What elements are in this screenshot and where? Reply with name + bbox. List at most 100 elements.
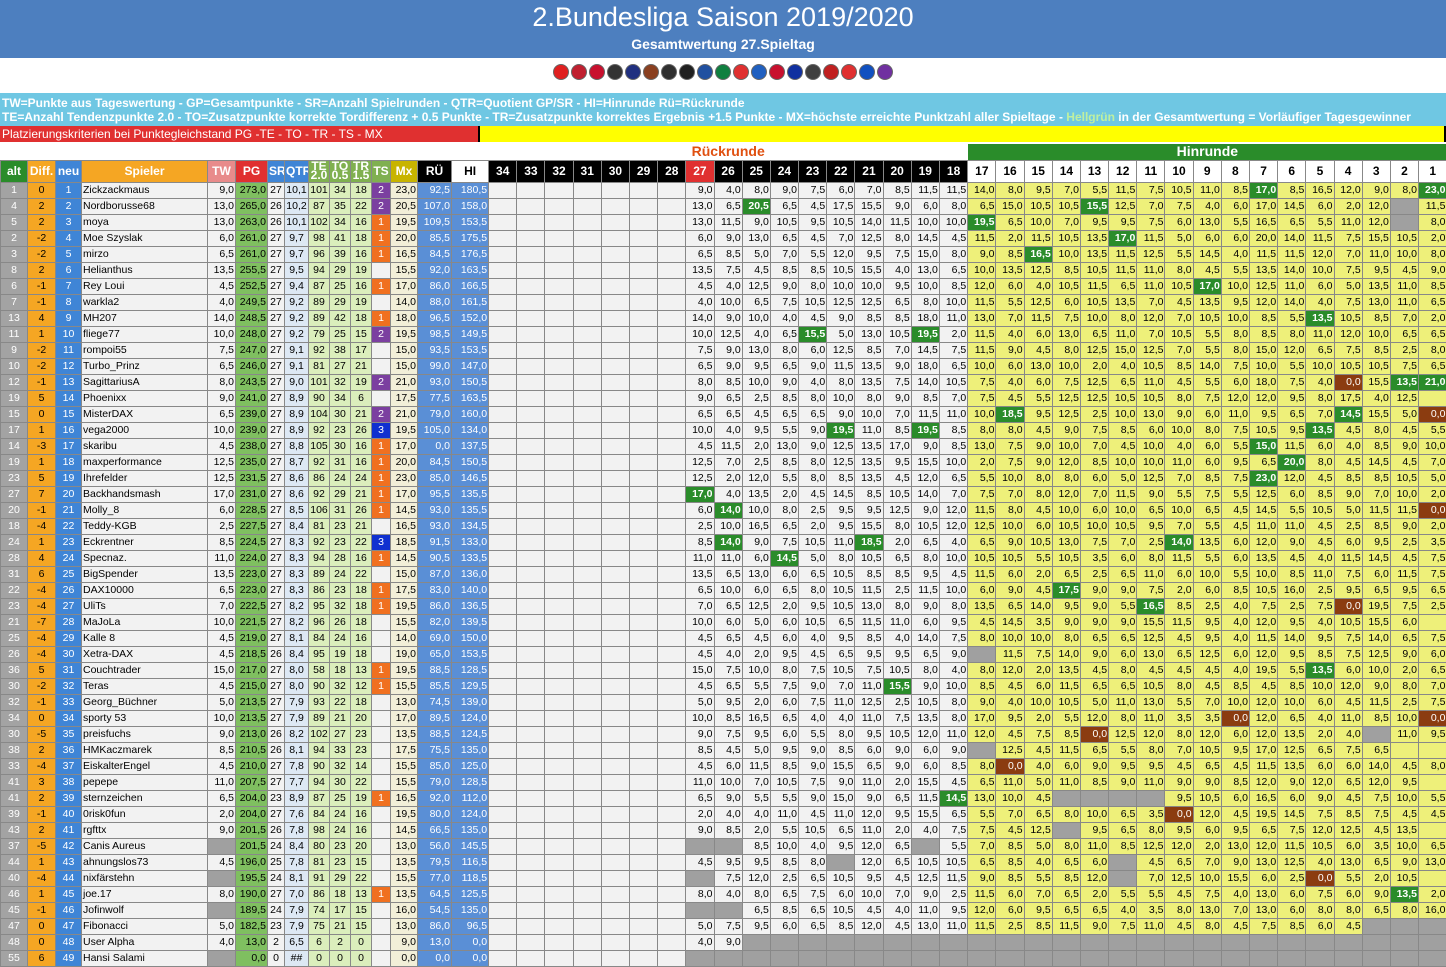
round-cell: 12,5 (1137, 838, 1165, 854)
quotient: 8,6 (285, 486, 309, 502)
round-cell: 11,5 (1080, 278, 1108, 294)
round-cell: 5,5 (1165, 246, 1193, 262)
quotient: 9,1 (285, 358, 309, 374)
round-cell: 12,0 (1249, 726, 1277, 742)
round-cell: 10,0 (1306, 678, 1334, 694)
max: 14,5 (391, 822, 418, 838)
rueckrunde-total: 84,5 (418, 246, 452, 262)
round-cell: 5,5 (770, 790, 798, 806)
round-cell (545, 886, 573, 902)
round-cell (489, 278, 517, 294)
player-name: MaJoLa (82, 614, 208, 630)
to: 31 (330, 502, 351, 518)
hinrunde-total: 153,5 (452, 646, 489, 662)
quotient: 7,8 (285, 854, 309, 870)
round-cell: 9,0 (1165, 774, 1193, 790)
te: 94 (309, 742, 330, 758)
round-cell: 8,0 (1221, 326, 1249, 342)
round-cell: 12,0 (1278, 342, 1306, 358)
rueckrunde-total: 107,0 (418, 198, 452, 214)
round-cell: 7,5 (1334, 262, 1362, 278)
hinrunde-total: 116,5 (452, 854, 489, 870)
round-cell: 16,5 (742, 710, 770, 726)
rueckrunde-total: 79,5 (418, 854, 452, 870)
round-cell: 9,5 (1080, 214, 1108, 230)
round-cell (517, 502, 545, 518)
round-cell: 2,0 (1024, 710, 1052, 726)
round-cell: 15,5 (855, 198, 883, 214)
round-cell: 10,0 (1024, 630, 1052, 646)
round-cell: 0,0 (1306, 870, 1334, 886)
round-cell: 9,5 (1419, 726, 1446, 742)
round-cell: 9,0 (742, 534, 770, 550)
round-cell: 4,0 (742, 326, 770, 342)
max: 19,5 (391, 214, 418, 230)
rueckrunde-total: 96,5 (418, 310, 452, 326)
rounds: 27 (268, 182, 285, 198)
round-cell (1306, 934, 1334, 950)
round-cell: 7,5 (1193, 886, 1221, 902)
round-cell: 7,5 (996, 438, 1024, 454)
round-cell: 9,0 (968, 694, 996, 710)
round-cell (489, 822, 517, 838)
te: 94 (309, 550, 330, 566)
round-cell (517, 694, 545, 710)
table-row: 12-113SagittariusA8,0243,5279,0101321922… (1, 374, 1446, 390)
round-cell: 13,0 (1193, 902, 1221, 918)
round-cell: 13,0 (742, 230, 770, 246)
round-cell (545, 918, 573, 934)
round-cell: 10,5 (1052, 694, 1080, 710)
te: 101 (309, 182, 330, 198)
round-cell (629, 374, 657, 390)
round-cell: 6,5 (1419, 662, 1446, 678)
ts (372, 342, 391, 358)
round-cell (573, 886, 601, 902)
round-cell: 8,5 (1278, 918, 1306, 934)
round-cell (629, 310, 657, 326)
tr: 13 (351, 662, 372, 678)
total-points: 228,5 (236, 502, 268, 518)
max: 21,0 (391, 406, 418, 422)
table-row: 19118maxperformance12,5235,0278,79231161… (1, 454, 1446, 470)
round-cell (545, 598, 573, 614)
round-cell: 7,5 (1278, 374, 1306, 390)
round-cell (996, 934, 1024, 950)
te: 84 (309, 806, 330, 822)
round-cell: 5,0 (742, 742, 770, 758)
round-cell: 8,0 (996, 422, 1024, 438)
rueckrunde-total: 88,0 (418, 294, 452, 310)
round-cell: 7,5 (1137, 182, 1165, 198)
round-cell: 7,5 (1024, 726, 1052, 742)
round-cell: 8,5 (939, 758, 967, 774)
hinrunde-total: 135,0 (452, 822, 489, 838)
round-cell: 13,0 (1137, 694, 1165, 710)
tr: 21 (351, 518, 372, 534)
ts (372, 390, 391, 406)
round-cell: 6,5 (742, 902, 770, 918)
round-cell: 5,5 (1024, 390, 1052, 406)
round-cell: 11,0 (1390, 278, 1418, 294)
player-name: MH207 (82, 310, 208, 326)
old-rank: 14 (1, 438, 28, 454)
new-rank: 19 (56, 470, 82, 486)
round-cell: 17,0 (1249, 182, 1277, 198)
old-rank: 34 (1, 710, 28, 726)
round-cell (629, 582, 657, 598)
table-row: 20-121Molly_86,0228,5278,51063126114,593… (1, 502, 1446, 518)
round-cell (573, 262, 601, 278)
round-cell: 12,5 (1165, 870, 1193, 886)
hinrunde-total: 150,0 (452, 630, 489, 646)
new-rank: 16 (56, 422, 82, 438)
round-cell: 14,0 (1052, 646, 1080, 662)
round-cell: 2,5 (1137, 534, 1165, 550)
max: 16,5 (391, 518, 418, 534)
round-cell: 13,0 (911, 918, 939, 934)
round-cell: 9,5 (1278, 390, 1306, 406)
round-cell (601, 550, 629, 566)
to: 30 (330, 774, 351, 790)
round-cell: 9,0 (911, 502, 939, 518)
quotient: 8,9 (285, 422, 309, 438)
round-cell: 4,0 (686, 294, 714, 310)
ts: 1 (372, 550, 391, 566)
round-cell: 8,5 (1080, 454, 1108, 470)
